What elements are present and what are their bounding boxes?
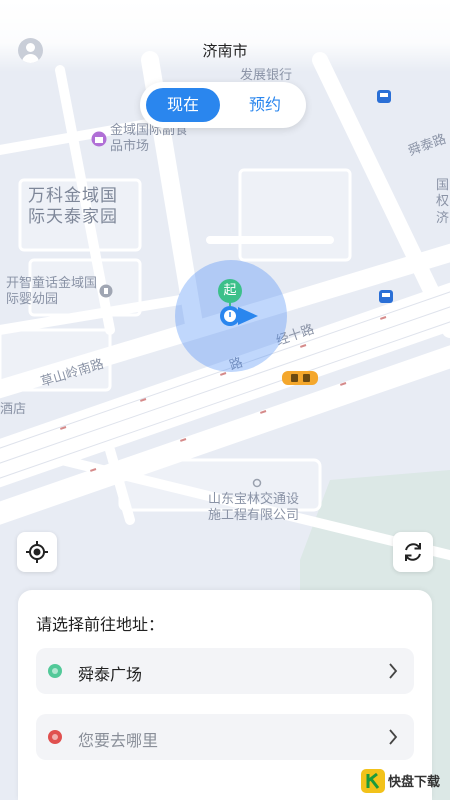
refresh-icon [405, 543, 421, 561]
destination-placeholder: 您要去哪里 [78, 731, 159, 750]
crosshair-icon [26, 541, 48, 563]
map-label-kindergarten: 开智童话金域国际婴幼园 [6, 276, 98, 308]
poi-company-icon [252, 478, 262, 488]
chevron-right-icon [389, 729, 398, 745]
current-location-icon [220, 306, 258, 326]
taxi-car-icon [282, 371, 318, 385]
city-title: 济南市 [202, 42, 248, 60]
watermark-text: 快盘下载 [388, 775, 441, 790]
mode-reserve-button[interactable]: 预约 [230, 88, 300, 122]
destination-input-row[interactable]: 您要去哪里 [36, 714, 414, 760]
refresh-button[interactable] [393, 532, 433, 572]
start-location-row[interactable]: 舜泰广场 [36, 648, 414, 694]
map-label-vanke: 万科金域国际天泰家园 [28, 186, 118, 228]
chevron-right-icon [389, 663, 398, 679]
bus-stop-icon-2 [379, 290, 393, 303]
poi-school-icon [99, 284, 113, 298]
locate-me-button[interactable] [17, 532, 57, 572]
top-bar [0, 0, 450, 72]
card-title: 请选择前往地址： [36, 615, 165, 634]
map-label-hotel: 酒店 [0, 402, 27, 417]
pickup-marker[interactable]: 起 [218, 279, 242, 303]
watermark-logo: 快盘下载 [360, 768, 446, 796]
bus-stop-icon [377, 90, 391, 103]
start-dot-icon [48, 664, 62, 678]
pickup-marker-label: 起 [223, 283, 237, 298]
ride-mode-toggle: 现在 预约 [140, 82, 306, 128]
map-label-company: 山东宝林交通设施工程有限公司 [208, 492, 300, 524]
watermark-k-icon [361, 769, 385, 793]
mode-now-button[interactable]: 现在 [146, 88, 220, 122]
poi-market-icon [91, 131, 107, 147]
map-label-right-edge: 国权济 [436, 178, 450, 226]
destination-dot-icon [48, 730, 62, 744]
start-location-text: 舜泰广场 [78, 665, 143, 684]
